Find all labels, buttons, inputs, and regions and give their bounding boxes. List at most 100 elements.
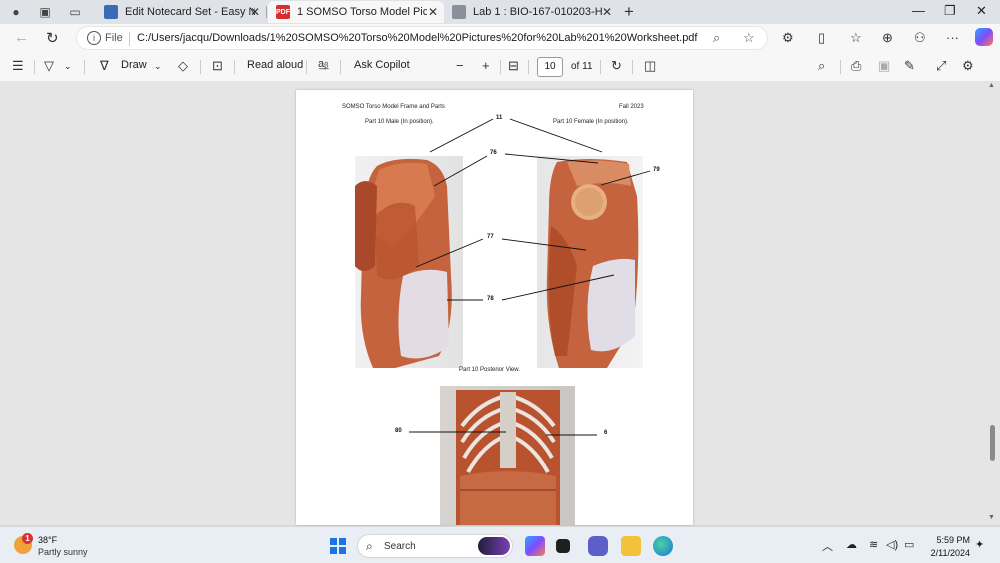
page-total: of 11 [571, 61, 593, 72]
favorites-icon[interactable]: ☆ [850, 30, 862, 46]
read-aloud-button[interactable]: Read aloud [247, 59, 303, 71]
address-bar-row: ← ↻ i File C:/Users/jacqu/Downloads/1%20… [0, 24, 1000, 52]
tab-strip: ● ▣ ▭ Edit Notecard Set - Easy Notecar ✕… [0, 0, 1000, 24]
search-icon: ⌕ [366, 539, 373, 553]
page-number-input[interactable]: 10 [537, 57, 563, 77]
label-78: 78 [487, 296, 494, 302]
contents-icon[interactable]: ☰ [12, 58, 24, 74]
start-windows-icon[interactable] [330, 538, 346, 554]
text-icon[interactable]: ⊡ [212, 58, 223, 74]
zoom-in-icon[interactable]: + [482, 58, 490, 73]
tab-label: Edit Notecard Set - Easy Notecar [125, 6, 255, 18]
workspaces-icon[interactable]: ▣ [37, 4, 53, 20]
task-view-icon[interactable] [556, 539, 570, 553]
save-icon[interactable]: ▣ [878, 58, 890, 74]
notification-icon[interactable]: ✦ [975, 538, 984, 551]
notecards-favicon-icon [104, 5, 118, 19]
scroll-up-icon[interactable]: ▲ [988, 82, 995, 89]
refresh-icon[interactable]: ↻ [46, 29, 59, 47]
pdf-favicon-icon: PDF [276, 5, 290, 19]
label-6: 6 [604, 430, 608, 436]
weather-desc[interactable]: Partly sunny [38, 547, 88, 557]
caption-female: Part 10 Female (In position). [553, 119, 629, 125]
scroll-down-icon[interactable]: ▼ [988, 514, 995, 521]
page-header-left: SOMSO Torso Model Frame and Parts [342, 104, 445, 110]
scrollbar-thumb[interactable] [990, 425, 995, 461]
cloud-icon[interactable]: ☁ [846, 538, 857, 551]
favorite-star-icon[interactable]: ☆ [743, 30, 755, 46]
page-view-icon[interactable]: ◫ [644, 58, 656, 74]
weather-badge: 1 [22, 533, 33, 544]
clock[interactable]: 5:59 PM 2/11/2024 [926, 534, 970, 560]
restore-icon[interactable]: ❐ [944, 3, 956, 19]
weather-temp[interactable]: 38°F [38, 535, 57, 545]
chevron-down-icon[interactable]: ⌄ [64, 61, 72, 72]
posterior-torso-image [440, 386, 575, 525]
scheme-label: File [105, 32, 123, 44]
caption-male: Part 10 Male (In position). [365, 119, 434, 125]
pdf-page: SOMSO Torso Model Frame and Parts Fall 2… [296, 90, 693, 525]
more-menu-icon[interactable]: ··· [946, 30, 959, 45]
page-header-right: Fall 2023 [619, 104, 644, 110]
tab-lab1[interactable]: Lab 1 : BIO-167-010203-Human ✕ [444, 1, 618, 23]
performance-icon[interactable]: ⚇ [914, 30, 926, 46]
print-icon[interactable]: ⎙ [851, 58, 861, 74]
split-screen-icon[interactable]: ▯ [818, 30, 825, 46]
label-80: 80 [395, 428, 402, 434]
url-box[interactable]: i File C:/Users/jacqu/Downloads/1%20SOMS… [76, 26, 768, 50]
volume-icon[interactable]: ◁) [886, 538, 898, 551]
chevron-up-icon[interactable]: ︿ [822, 538, 833, 554]
pdf-viewer: SOMSO Torso Model Frame and Parts Fall 2… [0, 82, 1000, 525]
taskbar: 1 38°F Partly sunny ⌕ Search ︿ ☁ ≋ ◁) ▭ … [0, 526, 1000, 563]
close-window-icon[interactable]: ✕ [976, 3, 987, 19]
label-11: 11 [496, 115, 503, 121]
ask-copilot-button[interactable]: Ask Copilot [354, 59, 410, 71]
highlight-icon[interactable]: ▽ [44, 58, 54, 74]
close-tab-icon[interactable]: ✕ [602, 5, 612, 19]
copilot-icon[interactable] [975, 28, 993, 46]
file-explorer-icon[interactable] [621, 536, 641, 556]
minimize-icon[interactable]: — [912, 3, 925, 18]
canvas-favicon-icon [452, 5, 466, 19]
fit-page-icon[interactable]: ⊟ [508, 58, 519, 74]
translate-icon[interactable]: a͟ᵦ [318, 58, 328, 70]
rotate-icon[interactable]: ↻ [611, 58, 622, 74]
tab-somso-pdf[interactable]: PDF 1 SOMSO Torso Model Pictures f ✕ [268, 1, 444, 23]
label-79: 79 [653, 167, 660, 173]
draw-button[interactable]: Draw [121, 59, 147, 71]
close-tab-icon[interactable]: ✕ [250, 5, 260, 19]
tab-label: Lab 1 : BIO-167-010203-Human [473, 6, 603, 18]
settings-gear-icon[interactable]: ⚙ [962, 58, 974, 74]
profile-icon[interactable]: ● [8, 4, 24, 20]
draw-icon[interactable]: ∇ [100, 58, 109, 74]
collections-icon[interactable]: ⊕ [882, 30, 893, 46]
extensions-icon[interactable]: ⚙ [782, 30, 794, 46]
taskbar-search[interactable]: ⌕ Search [357, 534, 513, 558]
back-icon[interactable]: ← [14, 29, 29, 46]
edge-icon[interactable] [653, 536, 673, 556]
search-icon[interactable]: ⌕ [818, 58, 825, 74]
vertical-scrollbar[interactable]: ▲ ▼ [988, 82, 996, 525]
female-torso-image [537, 156, 643, 368]
clock-time: 5:59 PM [936, 535, 970, 545]
url-text[interactable]: C:/Users/jacqu/Downloads/1%20SOMSO%20Tor… [137, 32, 697, 44]
tab-actions-icon[interactable]: ▭ [67, 4, 83, 20]
close-tab-icon[interactable]: ✕ [428, 5, 438, 19]
save-as-icon[interactable]: ✎ [904, 58, 915, 74]
fullscreen-icon[interactable]: ⤢ [936, 58, 946, 74]
label-77: 77 [487, 234, 494, 240]
info-icon[interactable]: i [87, 31, 101, 45]
zoom-icon[interactable]: ⌕ [713, 30, 720, 46]
wifi-icon[interactable]: ≋ [869, 538, 878, 551]
chevron-down-icon[interactable]: ⌄ [154, 61, 162, 72]
zoom-out-icon[interactable]: − [456, 58, 464, 73]
tab-easy-notecards[interactable]: Edit Notecard Set - Easy Notecar ✕ [96, 1, 266, 23]
copilot-app-icon[interactable] [525, 536, 545, 556]
battery-icon[interactable]: ▭ [904, 538, 914, 551]
search-highlight-icon [478, 537, 510, 555]
erase-icon[interactable]: ◇ [178, 58, 188, 74]
teams-icon[interactable] [588, 536, 608, 556]
pdf-toolbar: ☰ ▽ ⌄ ∇ Draw ⌄ ◇ ⊡ Read aloud a͟ᵦ Ask Co… [0, 52, 1000, 82]
new-tab-icon[interactable]: + [624, 2, 634, 22]
clock-date: 2/11/2024 [930, 548, 970, 558]
